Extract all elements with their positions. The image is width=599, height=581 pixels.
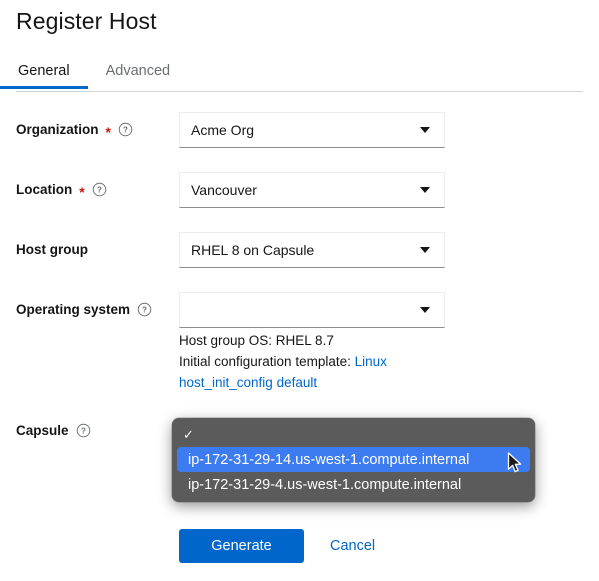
tab-general[interactable]: General bbox=[0, 59, 88, 89]
page-title: Register Host bbox=[16, 8, 157, 34]
select-location-value: Vancouver bbox=[191, 182, 257, 198]
label-host-group-text: Host group bbox=[16, 242, 88, 257]
label-organization-text: Organization bbox=[16, 122, 99, 137]
select-organization-value: Acme Org bbox=[191, 122, 255, 138]
tab-advanced[interactable]: Advanced bbox=[88, 59, 189, 89]
dropdown-option-host-2-label: ip-172-31-29-4.us-west-1.compute.interna… bbox=[188, 476, 462, 493]
select-operating-system[interactable] bbox=[179, 292, 445, 328]
label-operating-system-text: Operating system bbox=[16, 302, 131, 317]
generate-button[interactable]: Generate bbox=[179, 529, 304, 563]
svg-text:?: ? bbox=[97, 186, 102, 195]
dropdown-option-host-1[interactable]: ip-172-31-29-14.us-west-1.compute.intern… bbox=[177, 447, 530, 472]
question-circle-icon[interactable]: ? bbox=[92, 182, 107, 197]
dropdown-option-host-1-label: ip-172-31-29-14.us-west-1.compute.intern… bbox=[188, 451, 470, 468]
label-operating-system: Operating system ? bbox=[16, 302, 152, 317]
chevron-down-icon bbox=[420, 187, 430, 193]
check-icon: ✓ bbox=[183, 426, 194, 442]
helper-initial-config: Initial configuration template: Linux ho… bbox=[179, 351, 419, 393]
label-location-text: Location bbox=[16, 182, 73, 197]
question-circle-icon[interactable]: ? bbox=[137, 302, 152, 317]
label-capsule: Capsule ? bbox=[16, 423, 91, 438]
select-organization[interactable]: Acme Org bbox=[179, 112, 445, 148]
required-indicator: * bbox=[79, 183, 85, 200]
select-host-group-value: RHEL 8 on Capsule bbox=[191, 242, 315, 258]
svg-text:?: ? bbox=[123, 126, 128, 135]
capsule-dropdown-menu[interactable]: ✓ ip-172-31-29-14.us-west-1.compute.inte… bbox=[172, 418, 535, 502]
chevron-down-icon bbox=[420, 307, 430, 313]
select-host-group[interactable]: RHEL 8 on Capsule bbox=[179, 232, 445, 268]
question-circle-icon[interactable]: ? bbox=[118, 122, 133, 137]
helper-host-group-os: Host group OS: RHEL 8.7 bbox=[179, 333, 334, 348]
label-capsule-text: Capsule bbox=[16, 423, 69, 438]
dropdown-option-blank[interactable]: ✓ bbox=[177, 422, 530, 447]
select-location[interactable]: Vancouver bbox=[179, 172, 445, 208]
tab-bar: General Advanced bbox=[0, 59, 599, 92]
helper-initial-config-prefix: Initial configuration template: bbox=[179, 354, 355, 369]
dropdown-option-host-2[interactable]: ip-172-31-29-4.us-west-1.compute.interna… bbox=[177, 472, 530, 497]
svg-text:?: ? bbox=[81, 427, 86, 436]
required-indicator: * bbox=[105, 123, 111, 140]
label-location: Location * ? bbox=[16, 182, 107, 200]
chevron-down-icon bbox=[420, 127, 430, 133]
question-circle-icon[interactable]: ? bbox=[76, 423, 91, 438]
operating-system-helper-text: Host group OS: RHEL 8.7 Initial configur… bbox=[179, 330, 419, 393]
label-organization: Organization * ? bbox=[16, 122, 133, 140]
label-host-group: Host group bbox=[16, 242, 88, 257]
svg-text:?: ? bbox=[142, 306, 147, 315]
cancel-button[interactable]: Cancel bbox=[330, 529, 375, 563]
chevron-down-icon bbox=[420, 247, 430, 253]
register-host-page: Register Host General Advanced Organizat… bbox=[0, 0, 599, 581]
